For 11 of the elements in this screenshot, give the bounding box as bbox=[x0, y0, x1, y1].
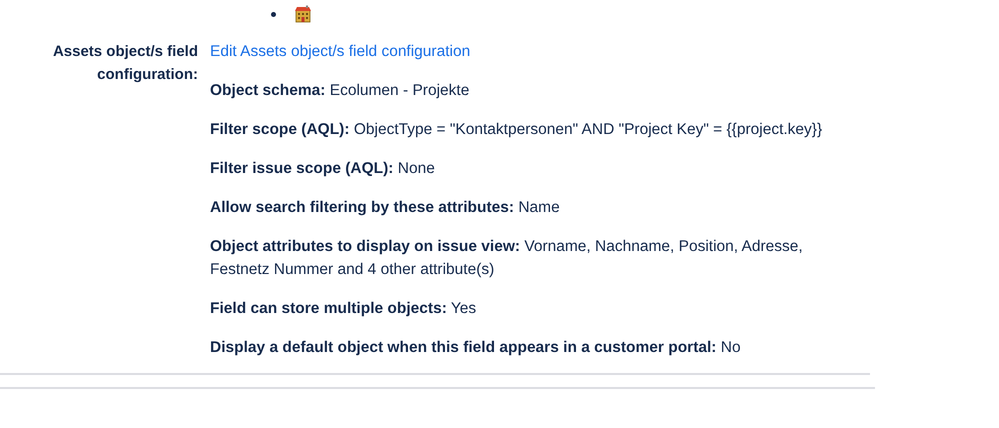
edit-configuration-link[interactable]: Edit Assets object/s field configuration bbox=[210, 40, 470, 63]
detail-text: Object attributes to display on issue view: Vorname, Nachname, Position, Adresse, Festnetz Nummer and 4 other attribute(s) bbox=[210, 237, 804, 280]
detail-text: Allow search filtering by these attributes: Name bbox=[210, 198, 561, 218]
field-label: Assets object/s field configuration: bbox=[52, 42, 198, 85]
detail-text: Object schema: Ecolumen - Projekte bbox=[210, 81, 470, 101]
detail-text: Field can store multiple objects: Yes bbox=[210, 299, 478, 319]
detail-text: Filter scope (AQL): ObjectType = "Kontaktpersonen" AND "Project Key" = {{project.key}} bbox=[210, 120, 824, 140]
building-icon bbox=[294, 5, 312, 23]
detail-text: Filter issue scope (AQL): None bbox=[210, 159, 436, 179]
bullet-icon bbox=[271, 12, 276, 16]
detail-text: Display a default object when this field appears in a customer portal: No bbox=[210, 338, 742, 358]
